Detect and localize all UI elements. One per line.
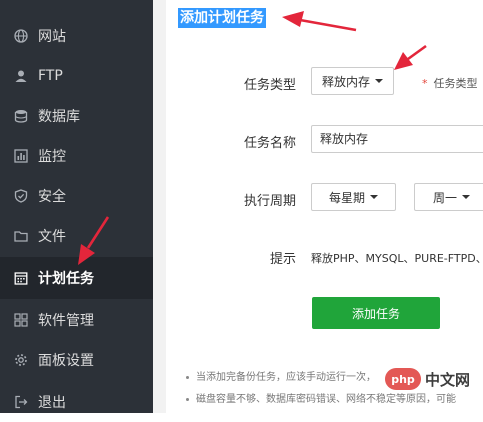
cycle-select[interactable]: 每星期	[311, 183, 396, 211]
hint-text: 释放PHP、MYSQL、PURE-FTPD、	[311, 252, 483, 265]
sidebar-item-scheduled-tasks[interactable]: 计划任务	[0, 257, 153, 299]
cycle-value: 每星期	[328, 190, 365, 205]
sidebar-item-logout[interactable]: 退出	[0, 382, 153, 422]
sidebar-item-settings[interactable]: 面板设置	[0, 340, 153, 380]
sidebar-item-label: 数据库	[38, 109, 80, 125]
sidebar-item-monitor[interactable]: 监控	[0, 136, 153, 176]
database-icon	[14, 109, 28, 123]
folder-icon	[14, 229, 28, 243]
task-type-note-text: 任务类型	[433, 77, 478, 90]
task-type-label: 任务类型	[243, 78, 296, 93]
sidebar-item-software[interactable]: 软件管理	[0, 300, 153, 340]
sidebar-item-label: 安全	[38, 189, 66, 205]
apps-icon	[14, 313, 28, 327]
sidebar-item-label: 监控	[38, 149, 66, 165]
chevron-down-icon	[462, 195, 470, 199]
sidebar-item-label: FTP	[38, 68, 63, 84]
task-type-note: * 任务类型	[422, 77, 478, 90]
add-task-panel: 添加计划任务 任务类型 释放内存 * 任务类型 任务名称 释放内存 执行周期 每星…	[166, 0, 483, 413]
weekday-value: 周一	[432, 190, 457, 205]
sidebar-item-database[interactable]: 数据库	[0, 96, 153, 136]
cycle-label: 执行周期	[243, 194, 296, 209]
sidebar-item-label: 退出	[38, 395, 66, 411]
chevron-down-icon	[370, 195, 378, 199]
add-task-button[interactable]: 添加任务	[312, 297, 440, 329]
task-name-label: 任务名称	[243, 136, 296, 151]
globe-icon	[14, 29, 28, 43]
task-name-input[interactable]: 释放内存	[311, 125, 483, 153]
watermark-text: 中文网	[425, 370, 471, 389]
layout-gutter	[153, 0, 166, 413]
list-item: 磁盘容量不够、数据库密码错误、网络不稳定等原因，可能	[186, 392, 483, 414]
gear-icon	[14, 353, 28, 367]
calendar-icon	[14, 271, 28, 285]
task-type-select[interactable]: 释放内存	[311, 67, 394, 95]
sidebar-item-files[interactable]: 文件	[0, 216, 153, 256]
chevron-down-icon	[375, 79, 383, 83]
sidebar-item-security[interactable]: 安全	[0, 176, 153, 216]
site-watermark: php 中文网	[385, 368, 470, 390]
watermark-badge: php	[385, 368, 421, 390]
page-title: 添加计划任务	[178, 8, 266, 28]
logout-icon	[14, 395, 28, 409]
hint-label: 提示	[269, 252, 296, 267]
sidebar-item-website[interactable]: 网站	[0, 16, 153, 56]
task-type-value: 释放内存	[321, 74, 370, 89]
monitor-icon	[14, 149, 28, 163]
sidebar-item-ftp[interactable]: FTP	[0, 56, 153, 96]
weekday-select[interactable]: 周一	[414, 183, 483, 211]
shield-icon	[14, 189, 28, 203]
sidebar-item-label: 软件管理	[38, 313, 94, 329]
sidebar-item-label: 文件	[38, 229, 66, 245]
sidebar-item-label: 计划任务	[38, 271, 94, 287]
sidebar-item-label: 面板设置	[38, 353, 94, 369]
user-icon	[14, 69, 28, 83]
sidebar: 网站 FTP 数据库 监控 安全 文件 计划任务 软件管理 面板设置 退出	[0, 0, 153, 413]
sidebar-item-label: 网站	[38, 29, 66, 45]
